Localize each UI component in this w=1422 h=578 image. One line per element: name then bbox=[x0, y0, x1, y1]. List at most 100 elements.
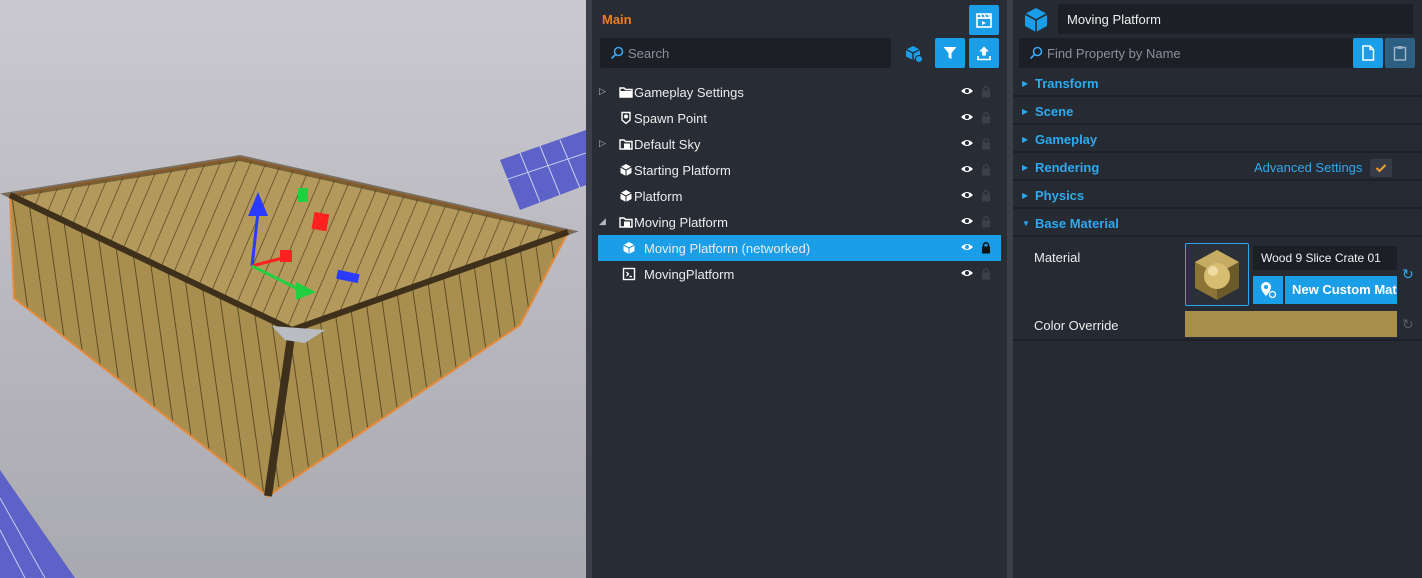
filter-icon bbox=[943, 47, 957, 59]
object-name-field[interactable]: Moving Platform bbox=[1058, 4, 1413, 34]
eye-icon[interactable] bbox=[960, 164, 974, 174]
tree-item-starting-platform[interactable]: Starting Platform bbox=[598, 157, 1001, 183]
folder-icon bbox=[619, 87, 633, 98]
tree-item-platform[interactable]: Platform bbox=[598, 183, 1001, 209]
tree-item-label: Moving Platform bbox=[634, 214, 728, 230]
lock-icon[interactable] bbox=[981, 85, 991, 98]
find-property-input[interactable]: Find Property by Name bbox=[1019, 38, 1354, 68]
lock-icon[interactable] bbox=[981, 215, 991, 228]
networked-cube-icon bbox=[623, 242, 635, 254]
collapsed-triangle-icon: ▶ bbox=[1022, 106, 1029, 116]
section-base-material[interactable]: ▼ Base Material bbox=[1013, 211, 1422, 237]
search-placeholder: Search bbox=[628, 45, 670, 61]
eye-icon[interactable] bbox=[960, 242, 974, 252]
expanded-triangle-icon: ▼ bbox=[1022, 218, 1030, 228]
clapperboard-icon bbox=[976, 13, 992, 28]
color-override-label: Color Override bbox=[1034, 318, 1119, 333]
tree-item-label: Platform bbox=[634, 188, 683, 204]
hierarchy-panel: Main Search ▷ Gameplay Settings Spawn Po… bbox=[592, 0, 1007, 578]
collapsed-triangle-icon: ▶ bbox=[1022, 162, 1029, 172]
template-folder-icon bbox=[619, 217, 633, 228]
material-name-field[interactable]: Wood 9 Slice Crate 01 bbox=[1253, 246, 1397, 270]
search-icon bbox=[1029, 46, 1043, 60]
section-title: Base Material bbox=[1035, 215, 1119, 231]
section-title: Gameplay bbox=[1035, 131, 1098, 147]
spawn-point-icon bbox=[621, 111, 631, 125]
scene-viewport[interactable] bbox=[0, 0, 586, 578]
collapsed-triangle-icon: ▶ bbox=[1022, 190, 1029, 200]
viewport-scene-graphic bbox=[0, 130, 586, 578]
expand-arrow-icon[interactable]: ▷ bbox=[599, 139, 607, 148]
tree-item-label: Gameplay Settings bbox=[634, 84, 744, 100]
new-custom-material-button[interactable]: New Custom Material bbox=[1285, 276, 1397, 304]
reset-color-icon[interactable]: ↻ bbox=[1402, 316, 1414, 333]
tree-item-label: Starting Platform bbox=[634, 162, 731, 178]
networked-cube-icon bbox=[905, 46, 923, 63]
lock-icon[interactable] bbox=[981, 267, 991, 280]
lock-icon[interactable] bbox=[981, 111, 991, 124]
template-folder-icon bbox=[619, 139, 633, 150]
eye-icon[interactable] bbox=[960, 216, 974, 226]
upload-button[interactable] bbox=[969, 38, 999, 68]
lock-icon[interactable] bbox=[981, 163, 991, 176]
section-title: Scene bbox=[1035, 103, 1074, 119]
expand-arrow-icon[interactable]: ▷ bbox=[599, 87, 607, 96]
color-override-swatch[interactable] bbox=[1185, 311, 1397, 337]
hierarchy-search-input[interactable]: Search bbox=[600, 38, 891, 68]
eye-icon[interactable] bbox=[960, 268, 974, 278]
upload-icon bbox=[977, 46, 991, 61]
filter-button[interactable] bbox=[935, 38, 965, 68]
material-thumbnail[interactable] bbox=[1185, 243, 1249, 306]
copy-properties-button[interactable] bbox=[1353, 38, 1383, 68]
clapperboard-button[interactable] bbox=[969, 5, 999, 35]
advanced-settings-label: Advanced Settings bbox=[1254, 160, 1363, 175]
find-property-placeholder: Find Property by Name bbox=[1047, 45, 1181, 61]
collapsed-triangle-icon: ▶ bbox=[1022, 78, 1029, 88]
tree-item-moving-platform[interactable]: ◢ Moving Platform bbox=[598, 209, 1001, 235]
section-physics[interactable]: ▶ Physics bbox=[1013, 183, 1422, 209]
tree-item-label: Default Sky bbox=[634, 136, 701, 152]
tree-item-label: Moving Platform (networked) bbox=[644, 240, 811, 256]
lock-icon[interactable] bbox=[981, 137, 991, 150]
material-preview-icon bbox=[1195, 250, 1239, 300]
script-icon bbox=[622, 267, 636, 281]
section-title: Rendering bbox=[1035, 159, 1100, 175]
clipboard-icon bbox=[1393, 46, 1407, 61]
tree-item-default-sky[interactable]: ▷ Default Sky bbox=[598, 131, 1001, 157]
eye-icon[interactable] bbox=[960, 86, 974, 96]
networked-cube-icon bbox=[1024, 8, 1048, 32]
tree-item-movingplatform-script[interactable]: MovingPlatform bbox=[598, 261, 1001, 287]
document-icon bbox=[1362, 45, 1375, 61]
eye-icon[interactable] bbox=[960, 190, 974, 200]
lock-icon[interactable] bbox=[981, 241, 991, 254]
object-name-value: Moving Platform bbox=[1067, 11, 1161, 27]
hierarchy-tree: ▷ Gameplay Settings Spawn Point ▷ Defaul… bbox=[598, 79, 1001, 287]
collapse-arrow-icon[interactable]: ◢ bbox=[599, 217, 607, 226]
cube-icon bbox=[620, 164, 632, 176]
tree-item-gameplay-settings[interactable]: ▷ Gameplay Settings bbox=[598, 79, 1001, 105]
search-icon bbox=[610, 46, 624, 60]
tree-item-moving-platform-networked[interactable]: Moving Platform (networked) bbox=[598, 235, 1001, 261]
lock-icon[interactable] bbox=[981, 189, 991, 202]
advanced-settings-checkbox[interactable] bbox=[1370, 159, 1392, 177]
material-picker-button[interactable] bbox=[1253, 276, 1283, 304]
cube-icon bbox=[620, 190, 632, 202]
section-title: Physics bbox=[1035, 187, 1085, 203]
section-rendering[interactable]: ▶ Rendering Advanced Settings bbox=[1013, 155, 1422, 181]
eye-icon[interactable] bbox=[960, 112, 974, 122]
section-title: Transform bbox=[1035, 75, 1099, 91]
tree-item-label: Spawn Point bbox=[634, 110, 707, 126]
section-transform[interactable]: ▶ Transform bbox=[1013, 71, 1422, 97]
networked-filter-button[interactable] bbox=[904, 44, 924, 67]
paste-properties-button[interactable] bbox=[1385, 38, 1415, 68]
section-scene[interactable]: ▶ Scene bbox=[1013, 99, 1422, 125]
eye-icon[interactable] bbox=[960, 138, 974, 148]
reset-material-icon[interactable]: ↻ bbox=[1402, 266, 1414, 283]
checkmark-icon bbox=[1375, 164, 1387, 173]
hierarchy-title: Main bbox=[602, 12, 632, 27]
tree-item-spawn-point[interactable]: Spawn Point bbox=[598, 105, 1001, 131]
section-separator bbox=[1013, 339, 1422, 341]
properties-panel: Moving Platform Find Property by Name ▶ … bbox=[1013, 0, 1422, 578]
section-gameplay[interactable]: ▶ Gameplay bbox=[1013, 127, 1422, 153]
collapsed-triangle-icon: ▶ bbox=[1022, 134, 1029, 144]
